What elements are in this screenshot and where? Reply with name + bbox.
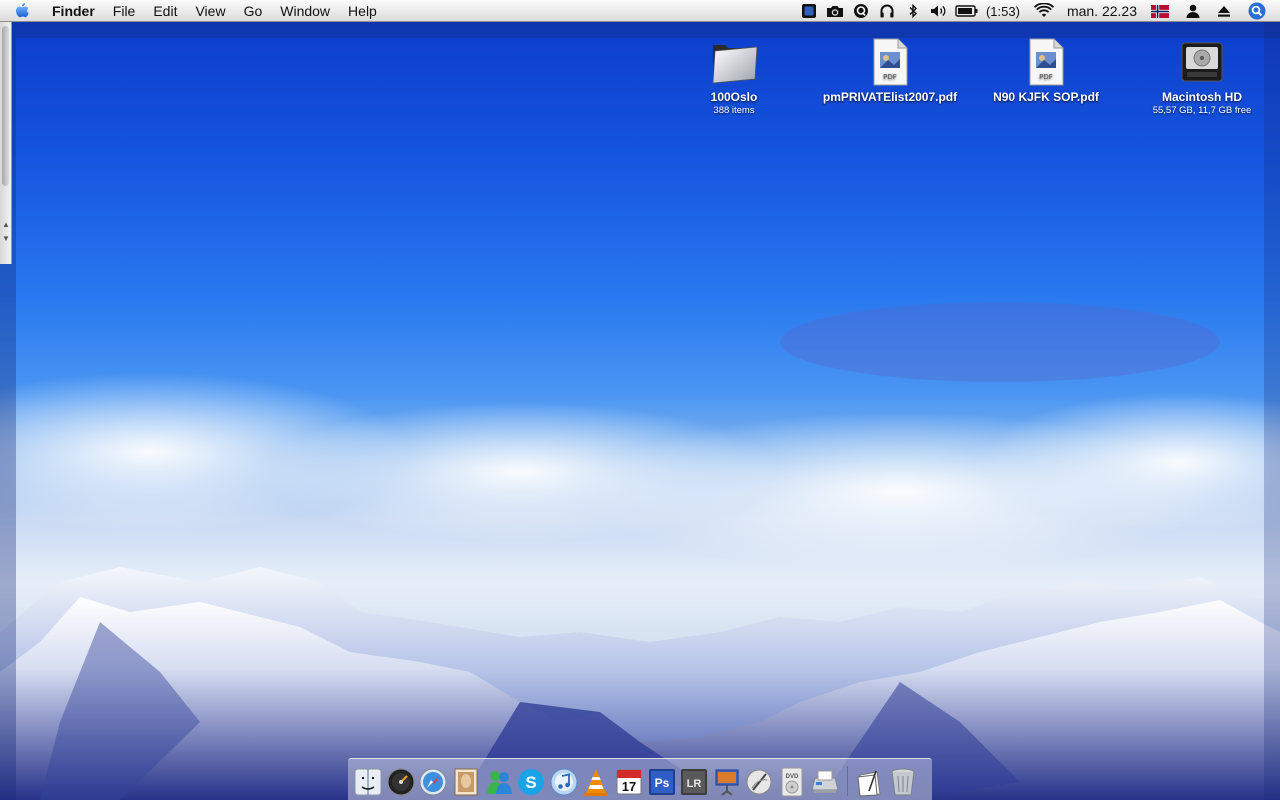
dvd-player-icon: DVD xyxy=(781,767,803,796)
volume-icon[interactable] xyxy=(929,1,949,21)
menu-edit[interactable]: Edit xyxy=(144,0,186,22)
svg-text:S: S xyxy=(526,773,537,792)
mail-icon xyxy=(454,768,478,795)
pdf-document-icon: PDF xyxy=(1018,34,1074,90)
lightroom-icon: LR xyxy=(681,768,708,795)
desktop-icon-label: Macintosh HD xyxy=(1161,90,1242,104)
menu-help[interactable]: Help xyxy=(339,0,386,22)
safari-icon xyxy=(419,768,447,795)
window-scrollbar-edge[interactable]: ▲ ▼ xyxy=(0,22,12,264)
dock-item-dvd-player[interactable]: DVD xyxy=(777,765,808,798)
desktop-background xyxy=(0,22,1280,800)
printer-icon xyxy=(810,770,839,793)
desktop-icon-macintosh-hd[interactable]: Macintosh HD 55,57 GB, 11,7 GB free xyxy=(1132,34,1272,116)
desktop-icon-label: pmPRIVATElist2007.pdf xyxy=(822,90,958,104)
battery-icon[interactable] xyxy=(955,1,979,21)
dock-item-trash[interactable] xyxy=(887,765,918,798)
spotlight-search-icon[interactable] xyxy=(1247,1,1267,21)
messenger-icon xyxy=(486,770,512,794)
norwegian-flag-icon[interactable] xyxy=(1150,1,1170,21)
svg-text:17: 17 xyxy=(622,779,636,794)
folder-icon xyxy=(706,34,762,90)
skype-icon: S xyxy=(518,768,545,795)
menu-bar: Finder File Edit View Go Window Help (1:… xyxy=(0,0,1280,22)
dock-item-mail[interactable] xyxy=(451,765,482,798)
pdf-badge: PDF xyxy=(883,73,897,81)
desktop-icon-label: N90 KJFK SOP.pdf xyxy=(993,90,1099,104)
mountain-wallpaper xyxy=(0,302,1280,800)
dock-item-script-editor[interactable] xyxy=(744,765,775,798)
quicksilver-icon[interactable] xyxy=(851,1,871,21)
dock-item-skype[interactable]: S xyxy=(516,765,547,798)
dock-item-ical[interactable]: 17 xyxy=(614,765,645,798)
keynote-icon xyxy=(715,769,739,796)
menu-file[interactable]: File xyxy=(104,0,145,22)
itunes-icon xyxy=(550,768,578,795)
menu-window[interactable]: Window xyxy=(271,0,339,22)
dock-item-documents-stack[interactable] xyxy=(855,765,886,798)
dock-item-itunes[interactable] xyxy=(548,765,579,798)
battery-time-remaining[interactable]: (1:53) xyxy=(986,4,1020,19)
apple-icon[interactable] xyxy=(12,1,32,21)
desktop-icon-pdf-n90-kjfk-sop[interactable]: PDF N90 KJFK SOP.pdf xyxy=(976,34,1116,104)
scrollbar-thumb[interactable] xyxy=(2,26,9,186)
menubar-clock[interactable]: man. 22.23 xyxy=(1067,3,1137,19)
desktop-icon-label: 100Oslo xyxy=(710,90,758,104)
dashboard-icon xyxy=(387,768,415,795)
menu-app-finder[interactable]: Finder xyxy=(44,0,104,22)
eject-icon[interactable] xyxy=(1214,1,1234,21)
pdf-badge: PDF xyxy=(1039,73,1053,81)
user-icon[interactable] xyxy=(1183,1,1203,21)
desktop-icon-folder-100oslo[interactable]: 100Oslo 388 items xyxy=(664,34,804,116)
wifi-icon[interactable] xyxy=(1032,1,1056,21)
camera-icon[interactable] xyxy=(825,1,845,21)
headphones-icon[interactable] xyxy=(877,1,897,21)
dock-item-lightroom[interactable]: LR xyxy=(679,765,710,798)
dock-items: S 17 Ps LR DVD xyxy=(352,762,919,798)
svg-text:DVD: DVD xyxy=(786,774,799,780)
dock-item-finder[interactable] xyxy=(353,765,384,798)
screen-recorder-icon[interactable] xyxy=(799,1,819,21)
dock-item-safari[interactable] xyxy=(418,765,449,798)
desktop-icon-detail: 388 items xyxy=(713,105,755,116)
documents-stack-icon xyxy=(857,770,881,797)
desktop-icon-pdf-pmprivatelist2007[interactable]: PDF pmPRIVATElist2007.pdf xyxy=(820,34,960,104)
finder-icon xyxy=(354,768,382,795)
dock-item-keynote[interactable] xyxy=(711,765,742,798)
menu-view[interactable]: View xyxy=(186,0,234,22)
trash-icon xyxy=(891,768,915,795)
scroll-arrows[interactable]: ▲ ▼ xyxy=(0,218,12,258)
dock-item-dashboard[interactable] xyxy=(385,765,416,798)
bluetooth-icon[interactable] xyxy=(903,1,923,21)
menu-go[interactable]: Go xyxy=(235,0,272,22)
vlc-icon xyxy=(584,768,609,796)
dock-item-messenger[interactable] xyxy=(483,765,514,798)
dock-item-vlc[interactable] xyxy=(581,765,612,798)
svg-text:Ps: Ps xyxy=(654,776,669,790)
script-editor-icon xyxy=(746,769,772,794)
svg-text:LR: LR xyxy=(687,778,702,790)
dock-item-photoshop[interactable]: Ps xyxy=(646,765,677,798)
photoshop-icon: Ps xyxy=(648,768,675,795)
pdf-document-icon: PDF xyxy=(862,34,918,90)
dock-item-printer[interactable] xyxy=(809,765,840,798)
dock-separator xyxy=(846,766,848,796)
hard-drive-icon xyxy=(1174,34,1230,90)
ical-icon: 17 xyxy=(616,769,642,794)
desktop-icon-detail: 55,57 GB, 11,7 GB free xyxy=(1152,105,1252,116)
